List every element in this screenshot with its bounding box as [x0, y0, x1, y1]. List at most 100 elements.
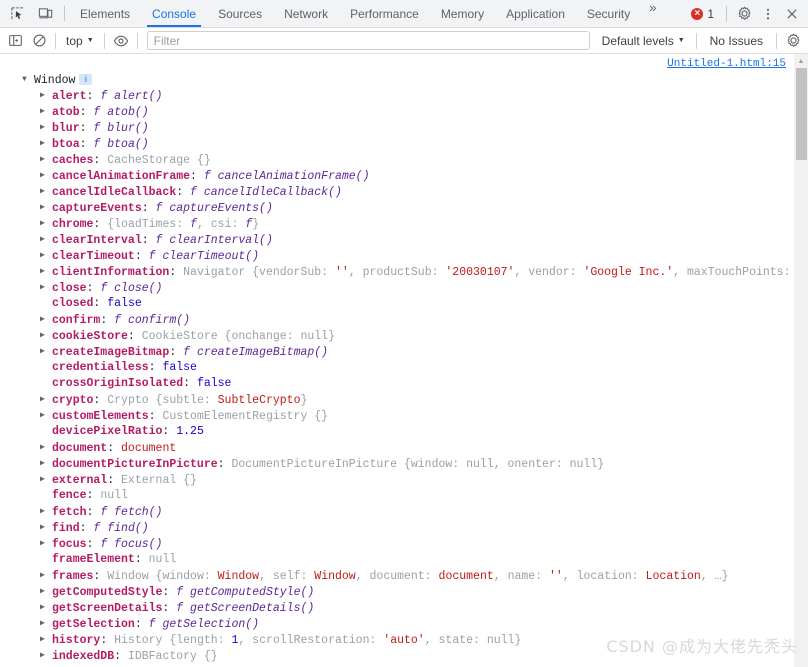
- disclosure-triangle-icon[interactable]: ▶: [40, 600, 50, 616]
- scrollbar-thumb[interactable]: [796, 68, 807, 160]
- object-property-row[interactable]: ▶ confirm: f confirm(): [0, 312, 808, 328]
- clear-console-icon[interactable]: [28, 30, 50, 52]
- object-property-row[interactable]: ▶ blur: f blur(): [0, 120, 808, 136]
- object-property-row[interactable]: credentialless: false: [0, 360, 808, 376]
- console-sidebar-icon[interactable]: [4, 30, 26, 52]
- object-property-row[interactable]: ▶ close: f close(): [0, 280, 808, 296]
- object-property-row[interactable]: ▶ document: document: [0, 440, 808, 456]
- disclosure-triangle-icon[interactable]: ▶: [40, 632, 50, 648]
- object-property-row[interactable]: ▶ find: f find(): [0, 520, 808, 536]
- disclosure-triangle-icon[interactable]: ▶: [40, 584, 50, 600]
- disclosure-triangle-icon[interactable]: ▶: [40, 104, 50, 120]
- disclosure-triangle-icon[interactable]: ▶: [40, 392, 50, 408]
- object-tree-root[interactable]: ▼ Window i: [0, 72, 808, 88]
- object-property-row[interactable]: ▶ history: History {length: 1, scrollRest…: [0, 632, 808, 648]
- disclosure-triangle-icon[interactable]: ▶: [40, 184, 50, 200]
- disclosure-triangle-icon[interactable]: ▶: [40, 648, 50, 664]
- object-property-row[interactable]: ▶ cookieStore: CookieStore {onchange: nul…: [0, 328, 808, 344]
- disclosure-triangle-icon[interactable]: ▶: [40, 136, 50, 152]
- object-property-row[interactable]: ▶ cancelIdleCallback: f cancelIdleCallbac…: [0, 184, 808, 200]
- issues-button[interactable]: No Issues: [702, 34, 771, 48]
- object-property-row[interactable]: ▶ indexedDB: IDBFactory {}: [0, 648, 808, 664]
- object-property-row[interactable]: ▶ customElements: CustomElementRegistry {…: [0, 408, 808, 424]
- tab-performance[interactable]: Performance: [339, 0, 430, 27]
- tab-console[interactable]: Console: [141, 0, 207, 27]
- object-property-row[interactable]: ▶ clearInterval: f clearInterval(): [0, 232, 808, 248]
- object-property-row[interactable]: crossOriginIsolated: false: [0, 376, 808, 392]
- console-message-area[interactable]: Untitled-1.html:15 ▼ Window i ▶ alert: f al…: [0, 54, 808, 667]
- disclosure-triangle-icon[interactable]: ▶: [40, 232, 50, 248]
- disclosure-triangle-icon[interactable]: ▶: [40, 312, 50, 328]
- disclosure-triangle-icon[interactable]: ▶: [40, 504, 50, 520]
- object-property-row[interactable]: ▶ clearTimeout: f clearTimeout(): [0, 248, 808, 264]
- inspect-element-icon[interactable]: [6, 3, 28, 25]
- disclosure-triangle-icon[interactable]: ▶: [40, 88, 50, 104]
- object-property-row[interactable]: ▶ crypto: Crypto {subtle: SubtleCrypto}: [0, 392, 808, 408]
- disclosure-triangle-icon[interactable]: ▶: [40, 152, 50, 168]
- object-property-row[interactable]: ▶ cancelAnimationFrame: f cancelAnimation…: [0, 168, 808, 184]
- disclosure-triangle-icon[interactable]: ▶: [40, 344, 50, 360]
- object-property-row[interactable]: ▶ getComputedStyle: f getComputedStyle(): [0, 584, 808, 600]
- disclosure-triangle-icon[interactable]: ▶: [40, 520, 50, 536]
- disclosure-triangle-icon[interactable]: ▶: [40, 472, 50, 488]
- object-property-row[interactable]: ▶ btoa: f btoa(): [0, 136, 808, 152]
- disclosure-triangle-icon[interactable]: ▼: [22, 72, 32, 88]
- console-settings-gear-icon[interactable]: [782, 30, 804, 52]
- disclosure-triangle-icon[interactable]: ▶: [40, 248, 50, 264]
- log-levels-selector[interactable]: Default levels ▼: [596, 34, 691, 48]
- disclosure-triangle-icon[interactable]: ▶: [40, 200, 50, 216]
- object-property-row[interactable]: ▶ frames: Window {window: Window, self: W…: [0, 568, 808, 584]
- error-count-badge[interactable]: × 1: [685, 7, 720, 21]
- disclosure-triangle-icon[interactable]: ▶: [40, 120, 50, 136]
- source-location-link[interactable]: Untitled-1.html:15: [667, 58, 786, 70]
- tab-security[interactable]: Security: [576, 0, 641, 27]
- object-property-row[interactable]: ▶ captureEvents: f captureEvents(): [0, 200, 808, 216]
- tab-network[interactable]: Network: [273, 0, 339, 27]
- device-toolbar-icon[interactable]: [34, 3, 56, 25]
- object-property-row[interactable]: ▶ getScreenDetails: f getScreenDetails(): [0, 600, 808, 616]
- object-property-row[interactable]: ▶ createImageBitmap: f createImageBitmap(…: [0, 344, 808, 360]
- tab-elements[interactable]: Elements: [69, 0, 141, 27]
- console-scrollbar[interactable]: ▲: [793, 54, 808, 667]
- gear-icon[interactable]: [733, 3, 755, 25]
- property-separator: :: [86, 90, 101, 104]
- object-property-row[interactable]: ▶ fetch: f fetch(): [0, 504, 808, 520]
- property-value: captureEvents(): [169, 202, 273, 216]
- disclosure-triangle-icon[interactable]: ▶: [40, 216, 50, 232]
- object-property-row[interactable]: ▶ external: External {}: [0, 472, 808, 488]
- object-property-row[interactable]: ▶ atob: f atob(): [0, 104, 808, 120]
- live-expressions-eye-icon[interactable]: [110, 30, 132, 52]
- filter-input[interactable]: [146, 31, 590, 50]
- tab-memory[interactable]: Memory: [430, 0, 495, 27]
- object-property-row[interactable]: ▶ focus: f focus(): [0, 536, 808, 552]
- disclosure-triangle-icon[interactable]: ▶: [40, 616, 50, 632]
- more-tabs-icon[interactable]: »: [641, 0, 663, 27]
- tab-application[interactable]: Application: [495, 0, 576, 27]
- object-property-row[interactable]: fence: null: [0, 488, 808, 504]
- disclosure-triangle-icon[interactable]: ▶: [40, 536, 50, 552]
- close-icon[interactable]: [781, 3, 803, 25]
- disclosure-triangle-icon[interactable]: ▶: [40, 568, 50, 584]
- tab-sources[interactable]: Sources: [207, 0, 273, 27]
- disclosure-triangle-icon[interactable]: ▶: [40, 328, 50, 344]
- disclosure-triangle-icon[interactable]: ▶: [40, 440, 50, 456]
- property-value: null: [466, 458, 494, 472]
- disclosure-triangle-icon[interactable]: ▶: [40, 264, 50, 280]
- disclosure-triangle-icon[interactable]: ▶: [40, 168, 50, 184]
- disclosure-triangle-icon[interactable]: ▶: [40, 456, 50, 472]
- object-property-row[interactable]: ▶ documentPictureInPicture: DocumentPictu…: [0, 456, 808, 472]
- scroll-up-arrow-icon[interactable]: ▲: [794, 54, 808, 68]
- object-property-row[interactable]: ▶ alert: f alert(): [0, 88, 808, 104]
- object-property-row[interactable]: ▶ getSelection: f getSelection(): [0, 616, 808, 632]
- object-property-row[interactable]: ▶ caches: CacheStorage {}: [0, 152, 808, 168]
- object-property-row[interactable]: ▶ clientInformation: Navigator {vendorSub…: [0, 264, 808, 280]
- kebab-menu-icon[interactable]: [757, 3, 779, 25]
- execution-context-selector[interactable]: top ▼: [61, 31, 99, 51]
- object-property-row[interactable]: closed: false: [0, 296, 808, 312]
- tab-label: Console: [152, 6, 197, 21]
- disclosure-triangle-icon[interactable]: ▶: [40, 408, 50, 424]
- object-property-row[interactable]: ▶ chrome: {loadTimes: f, csi: f}: [0, 216, 808, 232]
- object-property-row[interactable]: devicePixelRatio: 1.25: [0, 424, 808, 440]
- disclosure-triangle-icon[interactable]: ▶: [40, 280, 50, 296]
- object-property-row[interactable]: frameElement: null: [0, 552, 808, 568]
